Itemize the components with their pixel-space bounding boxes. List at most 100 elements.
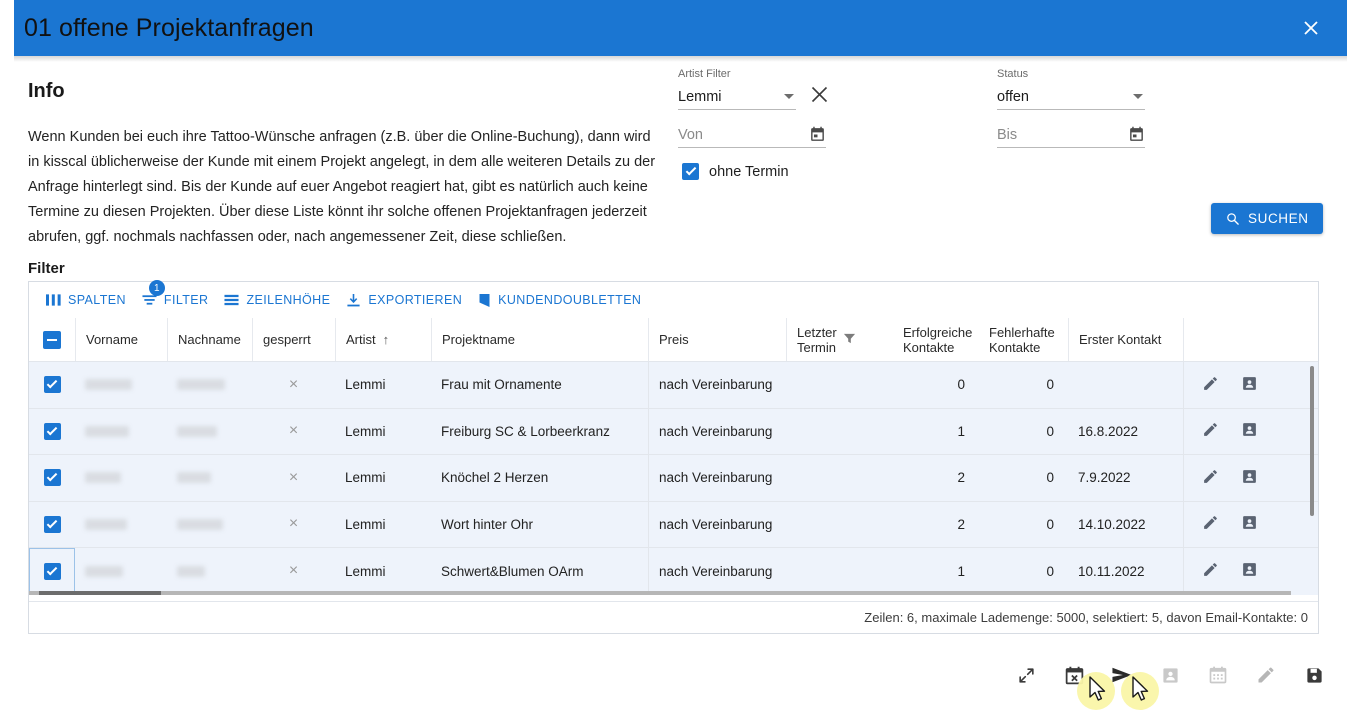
- columns-button[interactable]: SPALTEN: [39, 289, 133, 311]
- column-header-projektname[interactable]: Projektname: [431, 318, 648, 361]
- edit-pencil-icon[interactable]: [1202, 468, 1219, 488]
- not-blocked-icon: ×: [288, 375, 299, 393]
- column-header-letzter-termin[interactable]: Letzter Termin: [786, 318, 893, 361]
- edit-pencil-icon[interactable]: [1202, 421, 1219, 441]
- von-date-input[interactable]: Von: [678, 122, 826, 148]
- row-select-cell[interactable]: [29, 362, 75, 408]
- calendar-icon[interactable]: [809, 126, 826, 143]
- table-row[interactable]: × Lemmi Schwert&Blumen OArm nach Vereinb…: [29, 548, 1318, 595]
- cell-preis: nach Vereinbarung: [648, 548, 786, 595]
- row-actions: [1183, 362, 1318, 408]
- grid-horizontal-scrollbar-thumb[interactable]: [39, 590, 161, 595]
- chevron-down-icon[interactable]: [784, 94, 794, 99]
- grid-status-text: Zeilen: 6, maximale Lademenge: 5000, sel…: [864, 610, 1308, 625]
- search-button[interactable]: SUCHEN: [1211, 203, 1323, 234]
- grid-vertical-scrollbar[interactable]: [1310, 366, 1314, 516]
- row-checkbox[interactable]: [43, 469, 61, 487]
- expand-icon[interactable]: [1010, 659, 1042, 691]
- close-window-button[interactable]: [1283, 0, 1339, 56]
- cell-letzter-termin: [786, 548, 893, 595]
- column-header-gesperrt[interactable]: gesperrt: [252, 318, 335, 361]
- contact-card-icon[interactable]: [1241, 375, 1258, 395]
- row-checkbox[interactable]: [43, 515, 61, 533]
- check-icon: [685, 164, 696, 176]
- row-checkbox[interactable]: [43, 376, 61, 394]
- row-actions: [1183, 501, 1318, 547]
- filter-count-badge: 1: [148, 280, 165, 296]
- redacted-value: [177, 565, 205, 577]
- check-icon: [46, 517, 58, 529]
- data-grid: SPALTEN 1 FILTER ZEILENHÖHE EXPORTIEREN …: [28, 280, 1319, 634]
- row-select-cell[interactable]: [29, 409, 75, 455]
- grid-horizontal-scrollbar-track[interactable]: [29, 590, 1291, 595]
- clear-artist-filter-button[interactable]: [809, 84, 830, 110]
- table-row[interactable]: × Lemmi Frau mit Ornamente nach Vereinba…: [29, 362, 1318, 409]
- export-button[interactable]: EXPORTIEREN: [339, 289, 469, 312]
- von-date-field: Von: [678, 122, 826, 148]
- row-height-button[interactable]: ZEILENHÖHE: [217, 289, 337, 311]
- edit-pencil-icon: [1250, 659, 1282, 691]
- edit-pencil-icon[interactable]: [1202, 514, 1219, 534]
- bis-date-placeholder: Bis: [997, 126, 1018, 143]
- von-date-placeholder: Von: [678, 126, 703, 143]
- column-header-preis[interactable]: Preis: [648, 318, 786, 361]
- grid-section-title: Filter: [28, 260, 65, 277]
- column-header-nachname[interactable]: Nachname: [167, 318, 252, 361]
- not-blocked-icon: ×: [288, 562, 299, 580]
- edit-pencil-icon[interactable]: [1202, 375, 1219, 395]
- filter-button[interactable]: 1 FILTER: [135, 280, 216, 311]
- select-all-header[interactable]: [29, 318, 75, 361]
- cell-nachname: [167, 362, 252, 408]
- contact-card-icon[interactable]: [1241, 561, 1258, 581]
- column-header-vorname[interactable]: Vorname: [75, 318, 167, 361]
- bis-date-input[interactable]: Bis: [997, 122, 1145, 148]
- row-select-cell[interactable]: [29, 502, 75, 548]
- table-row[interactable]: × Lemmi Freiburg SC & Lorbeerkranz nach …: [29, 408, 1318, 455]
- cell-artist: Lemmi: [345, 423, 386, 439]
- select-all-checkbox[interactable]: [43, 330, 61, 349]
- contact-card-icon[interactable]: [1241, 421, 1258, 441]
- column-label: Erster Kontakt: [1079, 332, 1162, 347]
- column-label: gesperrt: [263, 332, 311, 347]
- column-filter-icon[interactable]: [843, 332, 856, 348]
- save-icon[interactable]: [1298, 659, 1330, 691]
- not-blocked-icon: ×: [288, 468, 299, 486]
- cell-projektname: Schwert&Blumen OArm: [441, 563, 584, 579]
- edit-pencil-icon[interactable]: [1202, 561, 1219, 581]
- customer-duplicates-label: KUNDENDOUBLETTEN: [498, 293, 642, 307]
- column-header-erster-kontakt[interactable]: Erster Kontakt: [1068, 318, 1183, 361]
- contact-card-icon: [1154, 659, 1186, 691]
- contact-card-icon[interactable]: [1241, 468, 1258, 488]
- column-header-erfolgreiche-kontakte[interactable]: Erfolgreiche Kontakte: [893, 318, 979, 361]
- row-checkbox[interactable]: [43, 562, 61, 580]
- cell-fehlerhafte-kontakte: 0: [1046, 516, 1054, 532]
- ohne-termin-checkbox-row[interactable]: ohne Termin: [682, 163, 789, 180]
- cell-projektname: Freiburg SC & Lorbeerkranz: [441, 423, 610, 439]
- column-header-fehlerhafte-kontakte[interactable]: Fehlerhafte Kontakte: [979, 318, 1068, 361]
- cell-artist: Lemmi: [345, 470, 386, 486]
- chevron-down-icon[interactable]: [1133, 94, 1143, 99]
- cell-erster-kontakt: [1068, 362, 1183, 408]
- row-select-cell[interactable]: [29, 548, 75, 595]
- customer-duplicates-button[interactable]: KUNDENDOUBLETTEN: [471, 289, 648, 312]
- status-filter-select[interactable]: offen: [997, 84, 1145, 110]
- columns-button-label: SPALTEN: [68, 293, 126, 307]
- contact-card-icon[interactable]: [1241, 514, 1258, 534]
- funnel-icon: [843, 333, 855, 343]
- table-row[interactable]: × Lemmi Wort hinter Ohr nach Vereinbarun…: [29, 501, 1318, 548]
- info-heading: Info: [28, 80, 65, 102]
- column-header-artist[interactable]: Artist ↑: [335, 318, 431, 361]
- artist-filter-label: Artist Filter: [678, 68, 731, 80]
- row-actions: [1183, 455, 1318, 501]
- row-checkbox[interactable]: [43, 422, 61, 440]
- indeterminate-icon: [47, 338, 57, 341]
- ohne-termin-checkbox[interactable]: [682, 163, 699, 180]
- cell-letzter-termin: [786, 502, 893, 548]
- cell-nachname: [167, 409, 252, 455]
- calendar-icon[interactable]: [1128, 126, 1145, 143]
- artist-filter-select[interactable]: Lemmi: [678, 84, 796, 110]
- row-select-cell[interactable]: [29, 455, 75, 501]
- redacted-value: [85, 425, 129, 437]
- table-row[interactable]: × Lemmi Knöchel 2 Herzen nach Vereinbaru…: [29, 455, 1318, 502]
- download-icon: [347, 293, 360, 306]
